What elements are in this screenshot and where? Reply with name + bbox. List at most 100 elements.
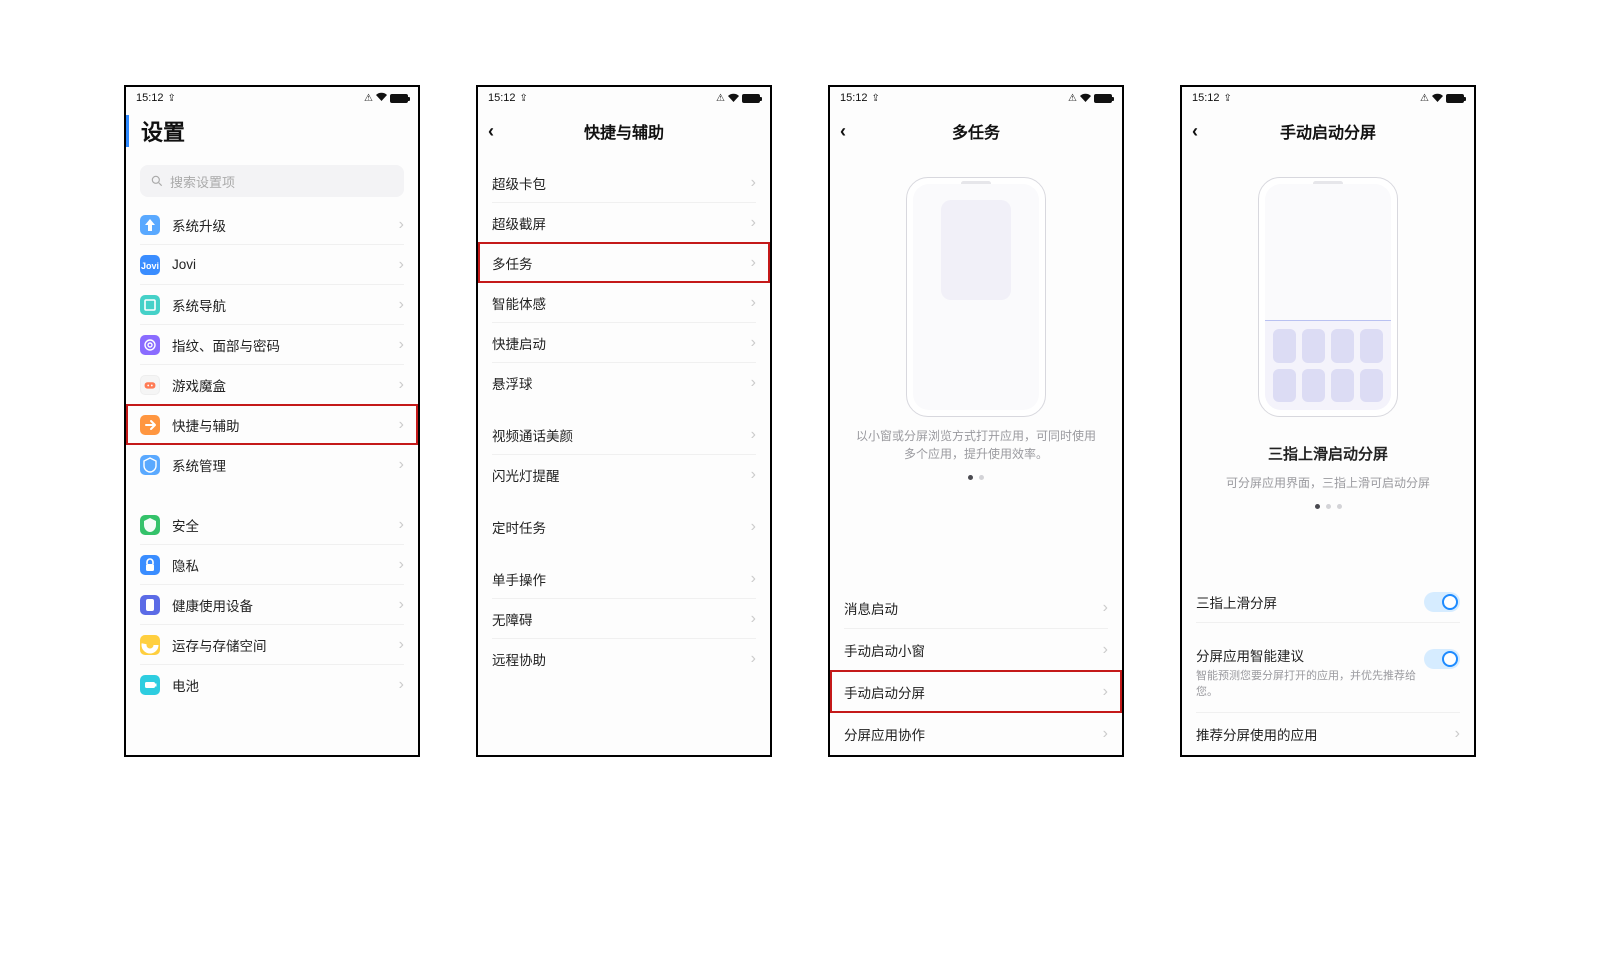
chevron-right-icon: ›: [1103, 599, 1108, 617]
menu-row[interactable]: 闪光灯提醒›: [492, 455, 756, 495]
chevron-right-icon: ›: [751, 174, 756, 192]
menu-row[interactable]: 悬浮球 ›: [492, 363, 756, 403]
row-label: 电池: [172, 675, 199, 695]
settings-row-battery[interactable]: 电池›: [140, 665, 404, 705]
multitask-options: 消息启动›手动启动小窗›手动启动分屏›分屏应用协作›: [830, 587, 1122, 755]
row-label: 智能体感: [492, 293, 546, 313]
page-title: 多任务: [952, 119, 1000, 143]
row-label: 快捷启动: [492, 333, 546, 353]
row-label: 游戏魔盒: [172, 375, 226, 395]
status-bar: 15:12 ⇪ ⚠: [126, 87, 418, 109]
page-title: 快捷与辅助: [584, 119, 664, 143]
illustration: 三指上滑启动分屏 可分屏应用界面，三指上滑可启动分屏: [1182, 157, 1474, 551]
row-label: 快捷与辅助: [172, 415, 240, 435]
settings-row-shield[interactable]: 安全 ›: [140, 505, 404, 545]
menu-row[interactable]: 视频通话美颜›: [492, 415, 756, 455]
illustration-description: 以小窗或分屏浏览方式打开应用，可同时使用多个应用，提升使用效率。: [830, 427, 1122, 463]
row-label: 消息启动: [844, 598, 898, 618]
row-label: 安全: [172, 515, 199, 535]
toggle-switch[interactable]: [1424, 649, 1460, 669]
chevron-right-icon: ›: [751, 374, 756, 392]
jovi-icon: Jovi: [140, 255, 160, 275]
settings-row-game[interactable]: 游戏魔盒 ›: [140, 365, 404, 405]
back-button[interactable]: ‹: [840, 121, 846, 142]
search-placeholder: 搜索设置项: [170, 172, 235, 191]
settings-row-lock[interactable]: 隐私›: [140, 545, 404, 585]
settings-row-jovi[interactable]: Jovi Jovi ›: [140, 245, 404, 285]
menu-row[interactable]: 多任务›: [492, 243, 756, 283]
menu-row[interactable]: 超级截屏 ›: [492, 203, 756, 243]
chevron-right-icon: ›: [751, 610, 756, 628]
chevron-right-icon: ›: [399, 596, 404, 614]
header: ‹ 手动启动分屏: [1182, 109, 1474, 157]
status-bar: 15:12⇪ ⚠: [478, 87, 770, 109]
row-label: 单手操作: [492, 569, 546, 589]
chevron-right-icon: ›: [1103, 641, 1108, 659]
multitask-row[interactable]: 消息启动 ›: [844, 587, 1108, 629]
row-label: Jovi: [172, 257, 196, 272]
battery-icon: [390, 94, 408, 103]
menu-row[interactable]: 智能体感›: [492, 283, 756, 323]
chevron-right-icon: ›: [399, 516, 404, 534]
multitask-row[interactable]: 手动启动小窗›: [844, 629, 1108, 671]
settings-row-health[interactable]: 健康使用设备›: [140, 585, 404, 625]
back-button[interactable]: ‹: [1192, 121, 1198, 142]
page-dots: [1315, 504, 1342, 509]
header: ‹ 多任务: [830, 109, 1122, 157]
menu-row[interactable]: 无障碍 ›: [492, 599, 756, 639]
row-label: 手动启动分屏: [844, 682, 925, 702]
recommended-apps-row[interactable]: 推荐分屏使用的应用 ›: [1196, 713, 1460, 755]
health-icon: [140, 595, 160, 615]
settings-row-storage[interactable]: 运存与存储空间 ›: [140, 625, 404, 665]
row-label: 悬浮球: [492, 373, 533, 393]
back-button[interactable]: ‹: [488, 121, 494, 142]
chevron-right-icon: ›: [399, 376, 404, 394]
menu-row[interactable]: 远程协助›: [492, 639, 756, 679]
settings-row-upgrade[interactable]: 系统升级›: [140, 205, 404, 245]
row-description: 智能预测您要分屏打开的应用，并优先推荐给您。: [1196, 669, 1460, 700]
row-label: 多任务: [492, 253, 533, 273]
menu-row[interactable]: 快捷启动›: [492, 323, 756, 363]
settings-row-shortcut[interactable]: 快捷与辅助›: [140, 405, 404, 445]
settings-group-2: 安全›隐私›健康使用设备›运存与存储空间›电池›: [126, 505, 418, 705]
multitask-row[interactable]: 分屏应用协作›: [844, 713, 1108, 755]
row-label: 视频通话美颜: [492, 425, 573, 445]
battery-icon: [140, 675, 160, 695]
search-input[interactable]: 搜索设置项: [140, 165, 404, 197]
illustration-sub: 可分屏应用界面，三指上滑可启动分屏: [1202, 474, 1454, 492]
wifi-icon: [375, 92, 388, 105]
highlight-annotation: [126, 404, 418, 445]
no-sim-icon: ⚠: [364, 93, 373, 104]
chevron-right-icon: ›: [399, 296, 404, 314]
row-label: 分屏应用协作: [844, 724, 925, 744]
row-label: 远程协助: [492, 649, 546, 669]
menu-row[interactable]: 定时任务›: [492, 507, 756, 547]
row-label: 运存与存储空间: [172, 635, 267, 655]
menu-row[interactable]: 单手操作›: [492, 559, 756, 599]
toggle-switch[interactable]: [1424, 592, 1460, 612]
row-label: 无障碍: [492, 609, 533, 629]
svg-text:Jovi: Jovi: [141, 261, 159, 271]
row-label: 超级截屏: [492, 213, 546, 233]
multitask-row[interactable]: 手动启动分屏›: [844, 671, 1108, 713]
upgrade-icon: [140, 215, 160, 235]
illustration: 以小窗或分屏浏览方式打开应用，可同时使用多个应用，提升使用效率。: [830, 157, 1122, 557]
smart-suggest-row[interactable]: 分屏应用智能建议 智能预测您要分屏打开的应用，并优先推荐给您。: [1196, 635, 1460, 713]
row-label: 隐私: [172, 555, 199, 575]
three-finger-swipe-row[interactable]: 三指上滑分屏: [1196, 581, 1460, 623]
row-label: 指纹、面部与密码: [172, 335, 280, 355]
page-title: 设置: [126, 115, 418, 147]
mini-phone-illustration: [906, 177, 1046, 417]
chevron-right-icon: ›: [399, 256, 404, 274]
row-label: 系统导航: [172, 295, 226, 315]
illustration-caption: 三指上滑启动分屏: [1268, 443, 1388, 464]
menu-row[interactable]: 超级卡包›: [492, 163, 756, 203]
settings-row-nav[interactable]: 系统导航 ›: [140, 285, 404, 325]
status-bar: 15:12⇪ ⚠: [1182, 87, 1474, 109]
settings-row-bio[interactable]: 指纹、面部与密码›: [140, 325, 404, 365]
settings-row-system[interactable]: 系统管理›: [140, 445, 404, 485]
settings-group-1: 系统升级›JoviJovi›系统导航›指纹、面部与密码›游戏魔盒›快捷与辅助›系…: [126, 205, 418, 485]
chevron-right-icon: ›: [399, 456, 404, 474]
chevron-right-icon: ›: [399, 636, 404, 654]
chevron-right-icon: ›: [751, 214, 756, 232]
